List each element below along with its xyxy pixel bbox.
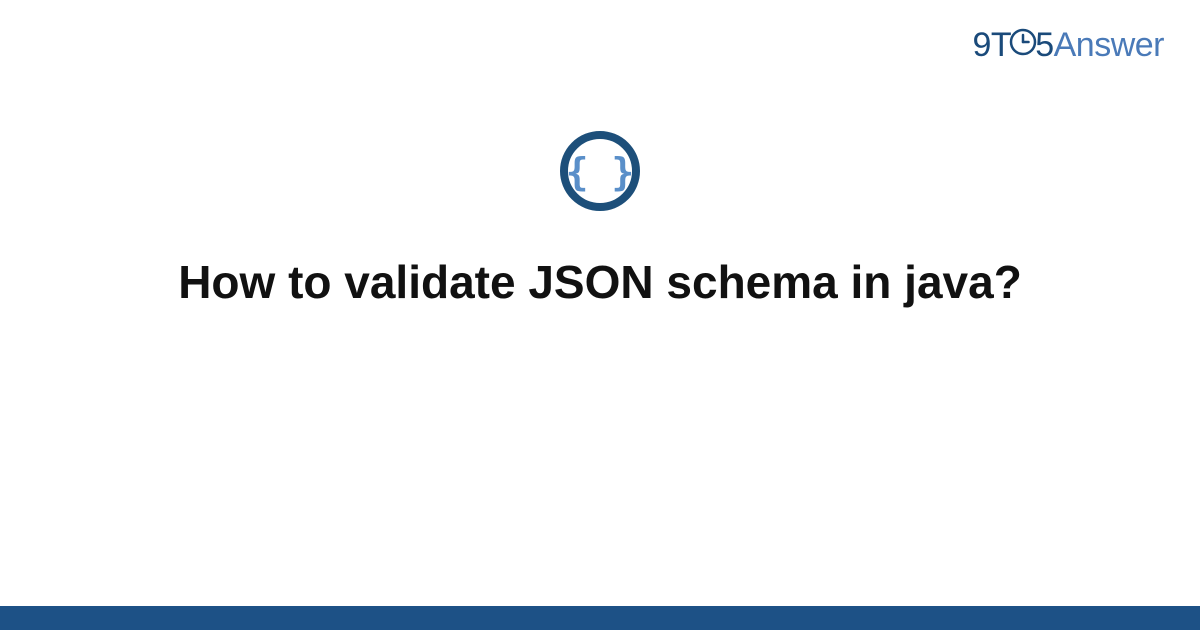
brand-part-5: 5 [1035,26,1053,64]
question-title: How to validate JSON schema in java? [178,254,1022,312]
clock-icon [1009,26,1037,65]
brand-part-t: T [991,26,1011,64]
bottom-accent-bar [0,606,1200,630]
brand-part-answer: Answer [1054,26,1164,64]
main-content: { } How to validate JSON schema in java? [0,130,1200,312]
site-brand: 9T 5Answer [973,26,1165,67]
brand-part-9: 9 [973,26,991,64]
json-braces-icon: { } [559,130,641,212]
svg-text:{ }: { } [566,150,635,194]
